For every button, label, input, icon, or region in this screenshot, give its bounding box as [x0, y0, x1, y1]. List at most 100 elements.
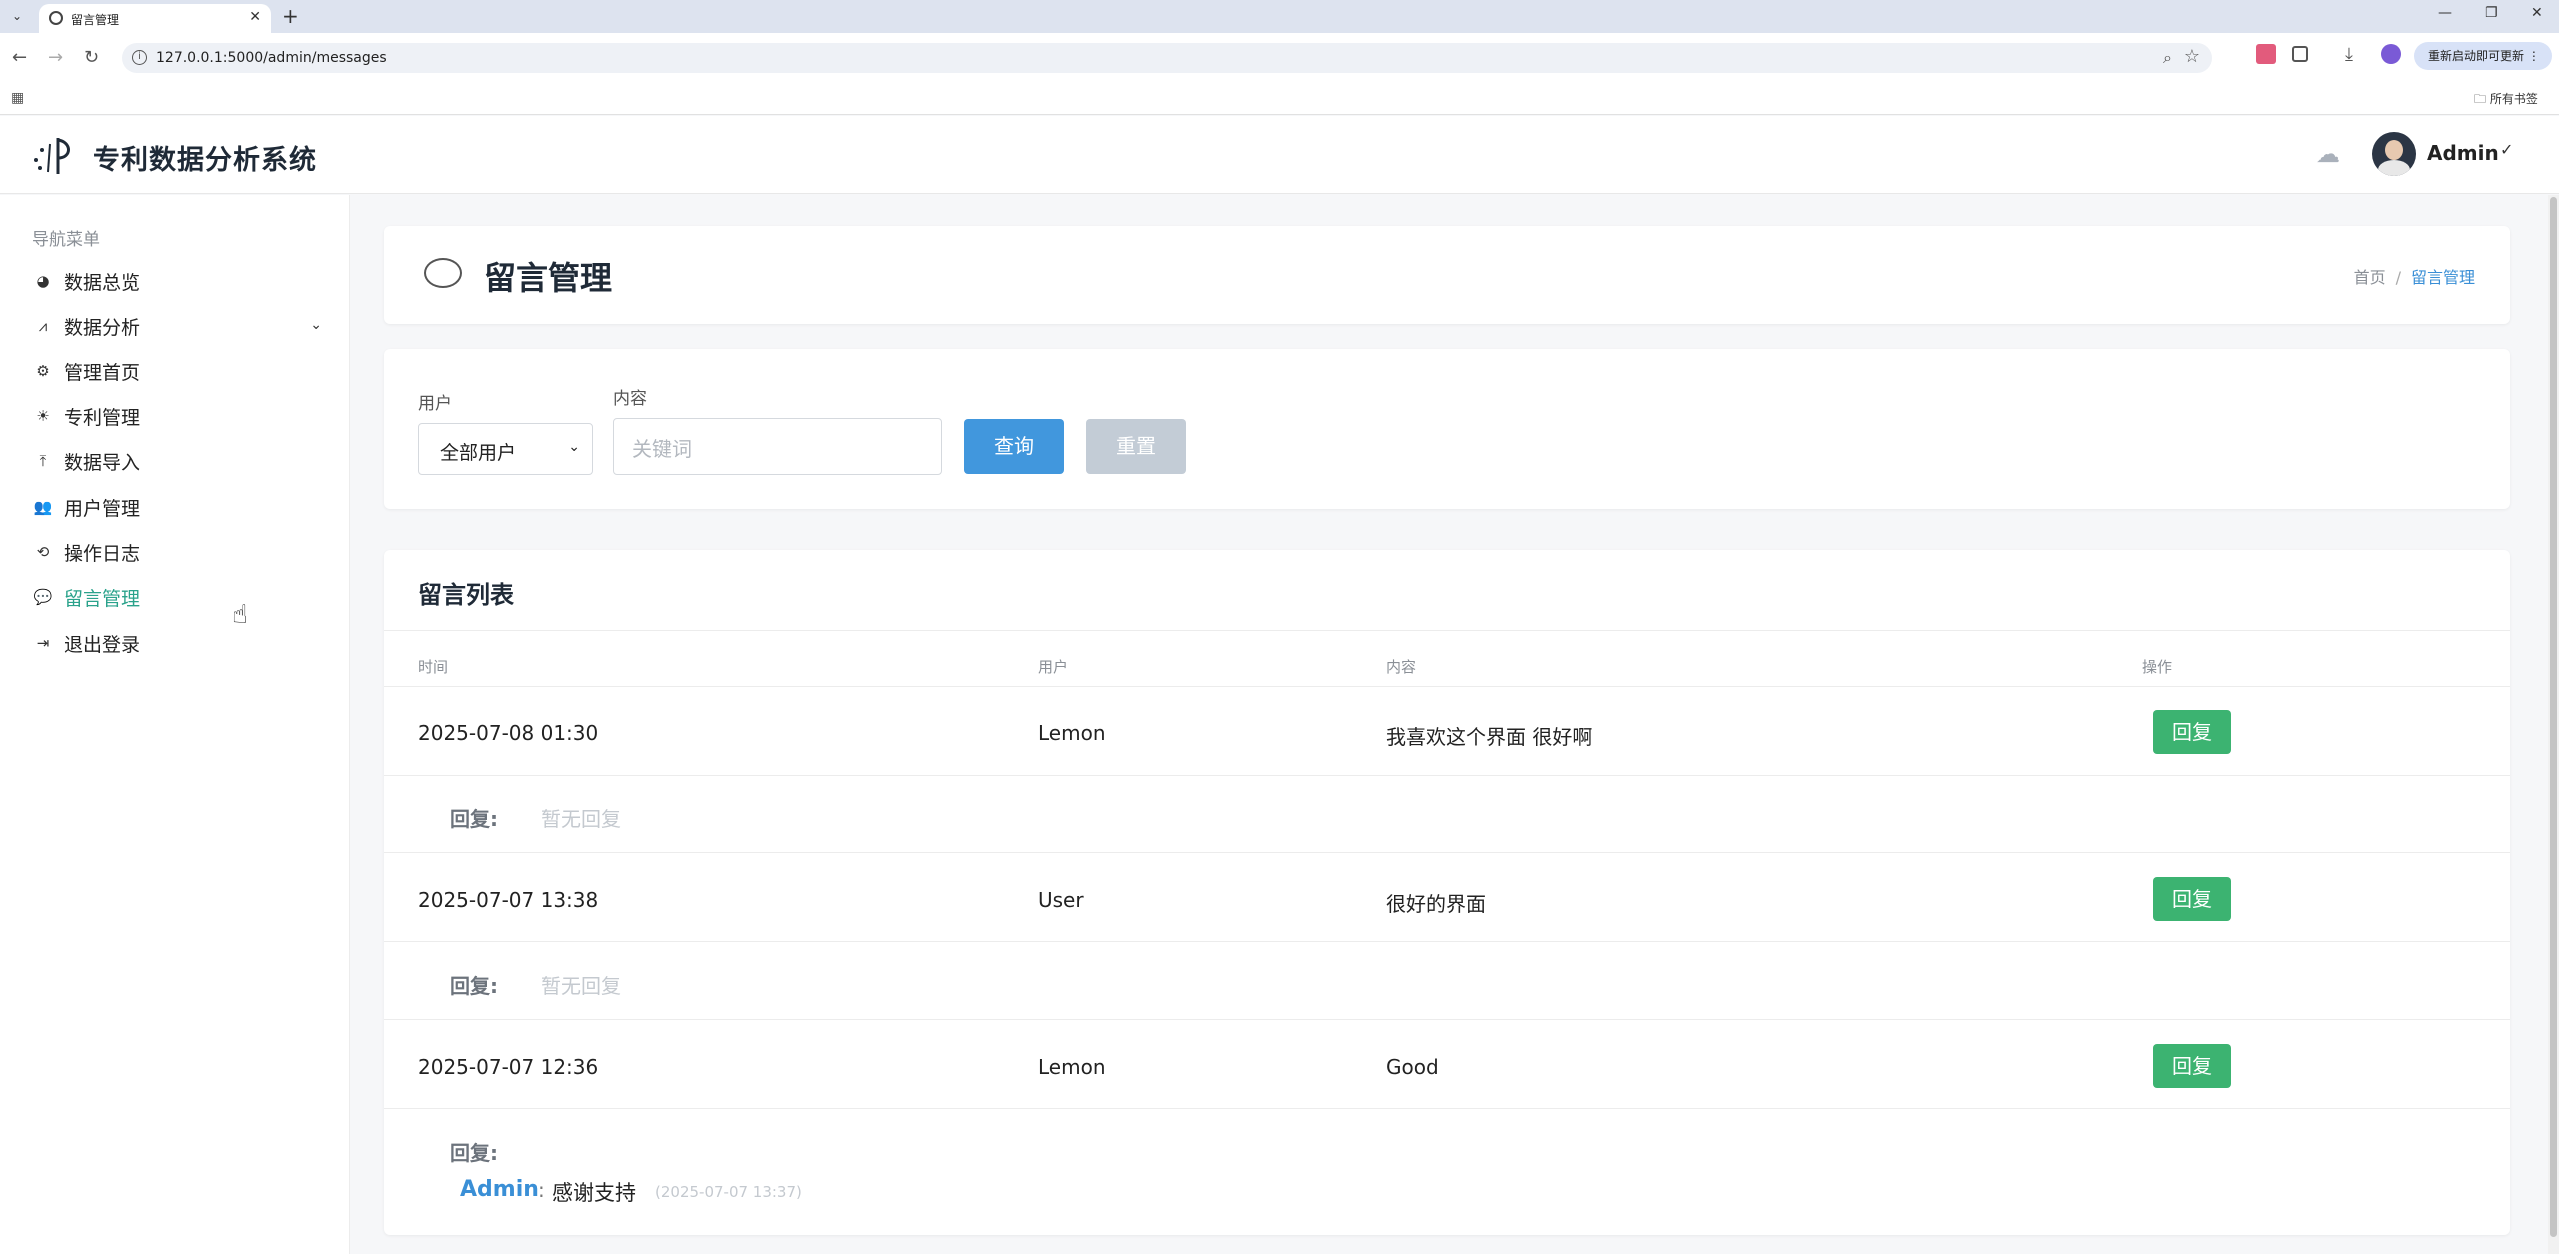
close-icon[interactable]: ✕ — [2531, 5, 2543, 21]
reply-text: 感谢支持 — [552, 1181, 636, 1205]
main-content: 留言管理 首页 / 留言管理 用户 全部用户 ⌄ 内容 关键词 查询 重置 留言列表… — [351, 195, 2548, 1254]
apps-grid-icon[interactable]: ▦ — [11, 90, 27, 106]
chevron-down-icon[interactable]: ⌄ — [310, 317, 322, 333]
reply-label: 回复: — [450, 1141, 498, 1165]
logo-icon — [34, 138, 70, 174]
row-user: Lemon — [1038, 1055, 1106, 1079]
filter-card: 用户 全部用户 ⌄ 内容 关键词 查询 重置 — [384, 349, 2510, 509]
all-bookmarks-folder[interactable]: 🗀 所有书签 — [2474, 90, 2538, 111]
row-user: Lemon — [1038, 721, 1106, 745]
content-filter-label: 内容 — [613, 389, 647, 409]
site-title[interactable]: 专利数据分析系统 — [93, 138, 317, 177]
page-title: 留言管理 — [484, 259, 613, 297]
extension-translate-icon[interactable] — [2256, 44, 2276, 64]
reply-author[interactable]: Admin — [460, 1177, 539, 1202]
sidebar-item-patents[interactable]: ☀ 专利管理 — [32, 401, 322, 431]
sidebar-item-import[interactable]: ⤒ 数据导入 — [32, 446, 322, 476]
reply-colon: : — [538, 1178, 545, 1202]
site-info-icon[interactable]: i — [132, 50, 147, 65]
url-text: 127.0.0.1:5000/admin/messages — [156, 50, 387, 66]
bookmark-star-icon[interactable]: ☆ — [2184, 46, 2200, 67]
browser-tab-bar: ⌄ 留言管理 ✕ + — ❐ ✕ — [0, 0, 2559, 33]
avatar[interactable] — [2372, 132, 2416, 176]
history-icon: ⟲ — [36, 543, 50, 561]
breadcrumb: 首页 / 留言管理 — [2354, 264, 2475, 288]
sidebar-item-logout[interactable]: ⇥ 退出登录 — [32, 628, 322, 658]
user-name[interactable]: Admin — [2427, 141, 2499, 165]
keyword-input[interactable]: 关键词 — [613, 418, 942, 475]
users-icon: 👥 — [33, 498, 53, 516]
reload-icon[interactable]: ↻ — [84, 47, 99, 68]
pie-chart-icon: ◕ — [36, 272, 50, 290]
chevron-down-icon[interactable]: ✓ — [2500, 140, 2513, 159]
comment-icon — [424, 258, 462, 288]
address-bar[interactable]: i 127.0.0.1:5000/admin/messages ⌕ ☆ — [122, 43, 2212, 73]
scrollbar-thumb[interactable] — [2550, 197, 2557, 1237]
app-header: 专利数据分析系统 ☁ Admin ✓ — [0, 116, 2559, 194]
breadcrumb-separator: / — [2395, 268, 2401, 287]
restore-icon[interactable]: ❐ — [2485, 5, 2498, 21]
tab-search-button[interactable]: ⌄ — [8, 7, 26, 25]
back-icon[interactable]: ← — [12, 47, 27, 68]
column-header-user: 用户 — [1038, 658, 1069, 676]
query-button[interactable]: 查询 — [964, 419, 1064, 474]
forward-icon[interactable]: → — [48, 47, 63, 68]
sidebar-item-overview[interactable]: ◕ 数据总览 — [32, 266, 322, 296]
reply-time: (2025-07-07 13:37) — [655, 1183, 802, 1201]
reply-button[interactable]: 回复 — [2153, 710, 2231, 754]
breadcrumb-home[interactable]: 首页 — [2354, 268, 2386, 287]
reply-label: 回复: — [450, 807, 498, 831]
page-header-card: 留言管理 首页 / 留言管理 — [384, 226, 2510, 324]
upload-icon: ⤒ — [39, 452, 47, 470]
cloud-icon[interactable]: ☁ — [2316, 140, 2340, 168]
sidebar: 导航菜单 ◕ 数据总览 ⩘ 数据分析 ⌄ ⚙ 管理首页 ☀ 专利管理 ⤒ 数据导入 👥 用户… — [0, 195, 350, 1254]
sidebar-item-analysis[interactable]: ⩘ 数据分析 ⌄ — [32, 311, 322, 341]
column-header-time: 时间 — [418, 658, 449, 676]
profile-icon[interactable] — [2381, 44, 2401, 64]
browser-tab[interactable]: 留言管理 ✕ — [39, 4, 271, 33]
browser-toolbar: ← → ↻ i 127.0.0.1:5000/admin/messages ⌕ … — [0, 33, 2559, 82]
globe-icon — [49, 11, 63, 25]
user-select[interactable]: 全部用户 ⌄ — [418, 423, 593, 475]
mouse-cursor-icon: ☝ — [232, 600, 248, 630]
row-content: Good — [1386, 1055, 1439, 1079]
column-header-action: 操作 — [2142, 658, 2173, 676]
lightbulb-icon: ☀ — [36, 407, 50, 425]
reply-button[interactable]: 回复 — [2153, 1044, 2231, 1088]
sidebar-item-messages[interactable]: 💬 留言管理 — [32, 582, 322, 612]
bookmark-bar: ▦ 🗀 所有书签 — [0, 82, 2559, 115]
sidebar-item-logs[interactable]: ⟲ 操作日志 — [32, 537, 322, 567]
extensions-puzzle-icon[interactable] — [2292, 46, 2308, 62]
download-icon[interactable]: ⤓ — [2345, 44, 2365, 65]
nav-heading: 导航菜单 — [32, 230, 100, 250]
comments-icon: 💬 — [33, 588, 53, 606]
reply-label: 回复: — [450, 974, 498, 998]
update-button[interactable]: 重新启动即可更新 ⋮ — [2414, 42, 2552, 70]
row-time: 2025-07-08 01:30 — [418, 721, 599, 745]
row-content: 很好的界面 — [1386, 892, 1486, 916]
line-chart-icon: ⩘ — [38, 317, 48, 335]
breadcrumb-current: 留言管理 — [2410, 268, 2475, 287]
new-tab-button[interactable]: + — [282, 4, 299, 28]
page-scrollbar[interactable] — [2548, 195, 2559, 1254]
reply-button[interactable]: 回复 — [2153, 877, 2231, 921]
user-filter-label: 用户 — [418, 394, 452, 414]
sidebar-item-admin-home[interactable]: ⚙ 管理首页 — [32, 356, 322, 386]
minimize-icon[interactable]: — — [2438, 5, 2452, 21]
no-reply-text: 暂无回复 — [541, 974, 621, 998]
tab-close-icon[interactable]: ✕ — [249, 9, 261, 25]
reset-button[interactable]: 重置 — [1086, 419, 1186, 474]
list-title: 留言列表 — [418, 581, 514, 609]
chevron-down-icon: ⌄ — [568, 439, 580, 455]
no-reply-text: 暂无回复 — [541, 807, 621, 831]
column-header-content: 内容 — [1386, 658, 1417, 676]
zoom-icon[interactable]: ⌕ — [2163, 48, 2172, 68]
logout-icon: ⇥ — [36, 634, 50, 652]
message-list-card: 留言列表 时间 用户 内容 操作 2025-07-08 01:30 Lemon … — [384, 550, 2510, 1235]
row-user: User — [1038, 888, 1084, 912]
row-content: 我喜欢这个界面 很好啊 — [1386, 725, 1593, 749]
sidebar-item-users[interactable]: 👥 用户管理 — [32, 492, 322, 522]
tab-title: 留言管理 — [71, 13, 120, 27]
row-time: 2025-07-07 12:36 — [418, 1055, 599, 1079]
row-time: 2025-07-07 13:38 — [418, 888, 599, 912]
